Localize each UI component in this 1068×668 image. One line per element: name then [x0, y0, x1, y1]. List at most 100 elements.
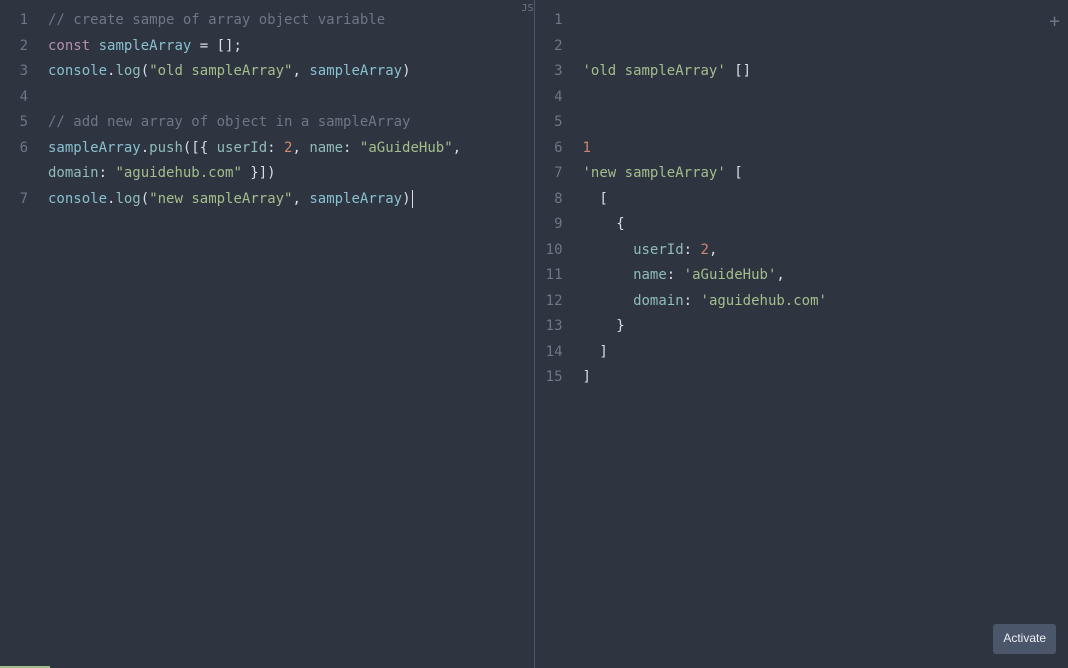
line-number: 7 [0, 187, 28, 213]
code-line: 1 [583, 136, 1068, 162]
line-number: 14 [535, 340, 563, 366]
right-gutter: 123456789101112131415 [535, 0, 575, 668]
token-objkey: name [633, 267, 667, 283]
token-method: log [115, 63, 140, 79]
code-line: sampleArray.push([{ userId: 2, name: "aG… [48, 136, 534, 162]
token-string: "old sampleArray" [149, 63, 292, 79]
token-plain [583, 318, 617, 334]
token-punct: ) [402, 191, 410, 207]
token-string: "new sampleArray" [149, 191, 292, 207]
token-string: 'new sampleArray' [583, 165, 726, 181]
line-number: 11 [535, 263, 563, 289]
token-keyword: const [48, 38, 90, 54]
token-comment: // add new array of object in a sampleAr… [48, 114, 410, 130]
source-pane[interactable]: JS 1234567 // create sampe of array obje… [0, 0, 535, 668]
token-punct: : [343, 140, 360, 156]
line-number: 10 [535, 238, 563, 264]
code-line [48, 85, 534, 111]
token-plain [208, 38, 216, 54]
token-plain [583, 242, 634, 258]
token-plain [90, 38, 98, 54]
line-number: 9 [535, 212, 563, 238]
token-plain [726, 165, 734, 181]
token-objkey: userId [217, 140, 268, 156]
token-punct: = [200, 38, 208, 54]
code-line: ] [583, 340, 1068, 366]
token-punct: , [292, 63, 309, 79]
token-name: sampleArray [48, 140, 141, 156]
token-punct: : [99, 165, 116, 181]
code-line [583, 8, 1068, 34]
code-line [583, 85, 1068, 111]
token-string: 'old sampleArray' [583, 63, 726, 79]
line-number [0, 161, 28, 187]
line-number: 6 [535, 136, 563, 162]
token-plain [583, 344, 600, 360]
token-punct: ] [599, 344, 607, 360]
code-line: } [583, 314, 1068, 340]
token-objkey: name [309, 140, 343, 156]
code-line: [ [583, 187, 1068, 213]
code-line: const sampleArray = []; [48, 34, 534, 60]
token-objkey: domain [633, 293, 684, 309]
code-line: ] [583, 365, 1068, 391]
code-line: userId: 2, [583, 238, 1068, 264]
token-name: sampleArray [99, 38, 192, 54]
token-plain [191, 38, 199, 54]
token-punct: : [667, 267, 684, 283]
add-icon[interactable]: + [1049, 6, 1060, 38]
token-punct: : [684, 293, 701, 309]
token-number: 1 [583, 140, 591, 156]
line-number: 1 [0, 8, 28, 34]
token-string: 'aGuideHub' [684, 267, 777, 283]
token-punct: : [684, 242, 701, 258]
token-punct: ([{ [183, 140, 217, 156]
code-line: 'old sampleArray' [] [583, 59, 1068, 85]
code-line: name: 'aGuideHub', [583, 263, 1068, 289]
line-number: 6 [0, 136, 28, 162]
activate-button[interactable]: Activate [993, 624, 1056, 654]
token-string: "aguidehub.com" [115, 165, 241, 181]
code-line: // add new array of object in a sampleAr… [48, 110, 534, 136]
line-number: 3 [0, 59, 28, 85]
output-pane[interactable]: + 123456789101112131415 'old sampleArray… [535, 0, 1068, 668]
text-cursor [412, 190, 413, 208]
line-number: 2 [535, 34, 563, 60]
token-punct: } [616, 318, 624, 334]
token-punct: , [453, 140, 461, 156]
token-punct: , [292, 191, 309, 207]
token-name: sampleArray [309, 191, 402, 207]
token-objkey: domain [48, 165, 99, 181]
token-name: sampleArray [309, 63, 402, 79]
token-punct: [ [734, 165, 742, 181]
code-line [583, 110, 1068, 136]
token-punct: [] [734, 63, 751, 79]
token-punct: []; [217, 38, 242, 54]
line-number: 7 [535, 161, 563, 187]
line-number: 3 [535, 59, 563, 85]
token-name: console [48, 191, 107, 207]
left-code-area[interactable]: // create sampe of array object variable… [40, 0, 534, 668]
token-punct: [ [599, 191, 607, 207]
token-punct: . [141, 140, 149, 156]
line-number: 1 [535, 8, 563, 34]
line-number: 12 [535, 289, 563, 315]
left-gutter: 1234567 [0, 0, 40, 668]
token-punct: ( [141, 191, 149, 207]
right-code-area: 'old sampleArray' [] 1 'new sampleArray' [… [575, 0, 1068, 668]
token-plain [583, 267, 634, 283]
token-plain [583, 293, 634, 309]
code-line: { [583, 212, 1068, 238]
token-plain [583, 191, 600, 207]
token-plain [583, 216, 617, 232]
token-name: console [48, 63, 107, 79]
token-punct: ) [402, 63, 410, 79]
line-number: 4 [535, 85, 563, 111]
line-number: 2 [0, 34, 28, 60]
token-punct: { [616, 216, 624, 232]
line-number: 8 [535, 187, 563, 213]
editor-container: JS 1234567 // create sampe of array obje… [0, 0, 1068, 668]
token-punct: }]) [242, 165, 276, 181]
token-punct: ( [141, 63, 149, 79]
code-line: domain: "aguidehub.com" }]) [48, 161, 534, 187]
